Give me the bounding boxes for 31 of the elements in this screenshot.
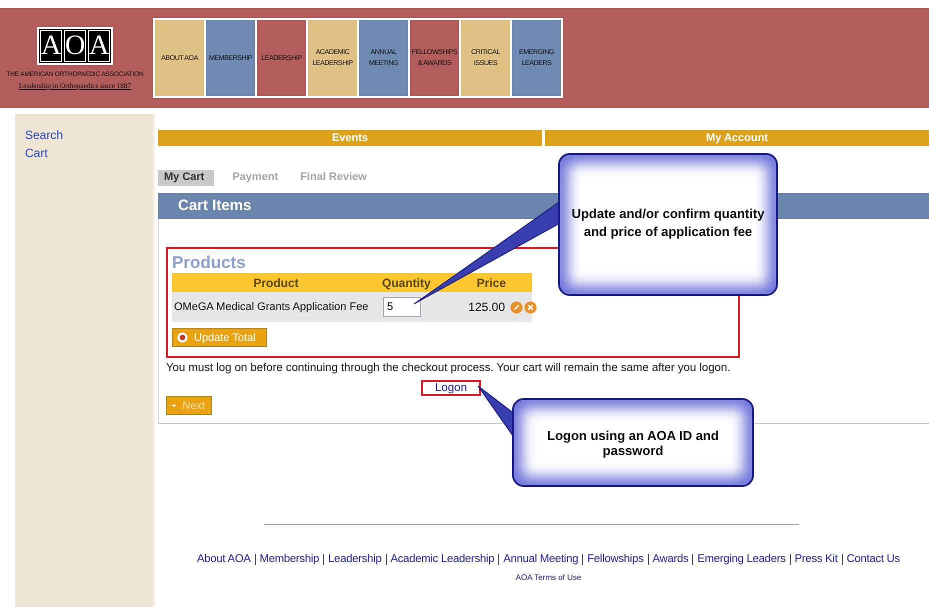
sidebar-link[interactable]: Search [25,128,64,142]
products-heading: Products [172,253,247,273]
notice-text: You must log on before continuing through the checkout process. Your cart will remain the same after you logon. [166,362,732,374]
column-header: Quantity [380,273,438,292]
footer-link[interactable]: Membership [260,553,320,565]
logo-letter: A [88,30,110,62]
footer-link[interactable]: Academic Leadership [390,553,494,565]
footer-link[interactable]: Press Kit [794,553,838,565]
footer-link[interactable]: Emerging Leaders [697,553,786,565]
footer-link[interactable]: Contact Us [846,553,900,565]
logo-letter: O [64,30,86,62]
column-header: Price [438,273,508,292]
footer-link[interactable]: Annual Meeting [503,553,578,565]
callout: Update and/or confirm quantity and price of application fee [558,153,778,296]
footer-link[interactable]: Leadership [328,553,382,565]
terms-link[interactable]: AOA Terms of Use [516,573,582,582]
logo-letter: A [40,30,62,62]
footer-link[interactable]: About AOA [197,553,251,565]
edit-icon[interactable] [510,301,523,314]
table-cell: 125.00 [438,292,508,322]
logon-link[interactable]: Logon [421,380,481,396]
sidebar-link[interactable]: Cart [25,146,48,160]
footer-link[interactable]: Fellowships [587,553,644,565]
footer-link[interactable]: Awards [652,553,688,565]
column-header: Product [172,273,380,292]
step-tab[interactable]: My Cart [158,170,214,186]
quantity-field[interactable]: 5 [383,297,421,317]
callout: Logon using an AOA ID and password [512,398,754,487]
remove-icon[interactable] [524,301,537,314]
table-cell: OMeGA Medical Grants Application Fee [172,292,380,322]
refresh-icon [177,332,188,343]
